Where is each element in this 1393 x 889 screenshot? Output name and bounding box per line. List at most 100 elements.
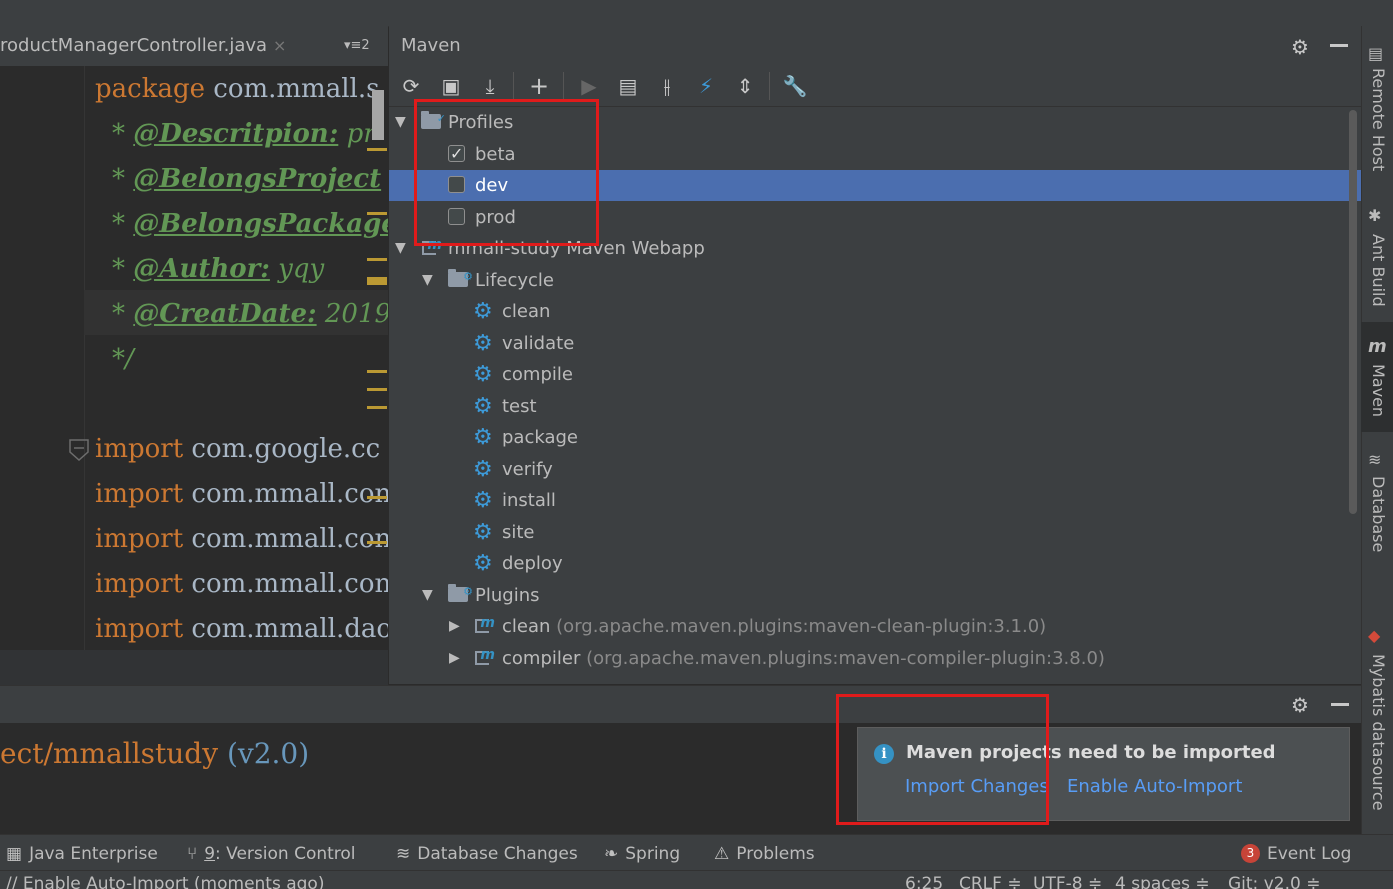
tool-tab-java-enterprise[interactable]: ▦ Java Enterprise (6, 835, 158, 871)
error-stripe-mark[interactable] (367, 406, 387, 409)
stripe-tab-maven[interactable]: m Maven (1361, 336, 1393, 426)
plugin-row-clean[interactable]: ▶ m clean (org.apache.maven.plugins:mave… (389, 611, 1361, 642)
editor-tab[interactable]: roductManagerController.java × (0, 26, 286, 66)
tool-tab-shortcut: 9 (204, 844, 216, 864)
plugins-label: Plugins (475, 585, 540, 606)
expanded-arrow-icon[interactable]: ▼ (422, 580, 433, 611)
plugin-name: compiler (502, 648, 581, 669)
java-enterprise-icon: ▦ (6, 844, 23, 864)
stripe-tab-remote-host[interactable]: ▤ Remote Host (1361, 44, 1393, 174)
stripe-tab-mybatis[interactable]: ◆ Mybatis datasource (1361, 626, 1393, 826)
minimize-icon[interactable] (1330, 44, 1348, 47)
plugin-icon: m (475, 615, 495, 635)
run-icon[interactable]: ▶ (575, 72, 603, 100)
toggle-offline-icon[interactable]: ⫲ (653, 72, 681, 100)
code-editor[interactable]: package com.mmall.s * @Descritpion: pr *… (0, 66, 388, 650)
lifecycle-goal-install[interactable]: ⚙ install (389, 485, 1361, 516)
lifecycle-goal-site[interactable]: ⚙ site (389, 517, 1361, 548)
console-line: ect/mmallstudy (v2.0) (0, 737, 310, 770)
caret-position[interactable]: 6:25 (905, 871, 943, 889)
error-stripe-mark[interactable] (367, 370, 387, 373)
encoding-selector[interactable]: UTF-8 ≑ (1033, 871, 1102, 889)
maven-icon: m (1368, 336, 1387, 357)
import-highlight-box (836, 694, 1049, 825)
lifecycle-goal-verify[interactable]: ⚙ verify (389, 454, 1361, 485)
toolbar-separator (563, 72, 564, 100)
tool-tab-label: Event Log (1267, 844, 1352, 864)
reimport-icon[interactable]: ▣ (437, 72, 465, 100)
stripe-tab-ant-build[interactable]: ✱ Ant Build (1361, 206, 1393, 307)
minimize-icon[interactable] (1331, 703, 1349, 706)
lifecycle-label: Lifecycle (475, 270, 554, 291)
gear-icon: ⚙ (473, 299, 493, 324)
lifecycle-goal-clean[interactable]: ⚙ clean (389, 296, 1361, 327)
lifecycle-goal-test[interactable]: ⚙ test (389, 391, 1361, 422)
fold-icon[interactable] (68, 438, 90, 462)
tool-tab-spring[interactable]: ❧ Spring (604, 835, 680, 871)
error-stripe-mark[interactable] (367, 541, 387, 544)
tool-tab-database-changes[interactable]: ≋ Database Changes (396, 835, 578, 871)
error-stripe-mark[interactable] (367, 258, 387, 261)
server-icon: ▤ (1368, 44, 1384, 63)
tool-tab-version-control[interactable]: ⑂ 9: Version Control (187, 835, 356, 871)
collapsed-arrow-icon[interactable]: ▶ (449, 643, 460, 674)
gear-icon[interactable]: ⚙ (1291, 693, 1309, 717)
code-line-import-4: import com.mmall.con (95, 569, 388, 599)
code-line-belongs-package: * @BelongsPackage (112, 209, 388, 239)
enable-auto-import-link[interactable]: Enable Auto-Import (1067, 776, 1242, 797)
tree-node-lifecycle[interactable]: ▼ ⚙ Lifecycle (389, 265, 1361, 296)
indent-selector[interactable]: 4 spaces ≑ (1115, 871, 1210, 889)
branch-icon: ⑂ (187, 844, 198, 864)
editor-tab-title: roductManagerController.java (0, 35, 268, 56)
tree-scrollbar[interactable] (1349, 110, 1357, 514)
tree-node-plugins[interactable]: ▼ ⚙ Plugins (389, 580, 1361, 611)
collapsed-arrow-icon[interactable]: ▶ (449, 611, 460, 642)
gear-icon: ⚙ (473, 520, 493, 545)
add-icon[interactable]: + (525, 72, 553, 100)
goal-label: clean (502, 301, 551, 322)
code-line-author: * @Author: yqy (112, 254, 325, 284)
tool-tab-event-log[interactable]: 3 Event Log (1241, 835, 1351, 871)
status-message[interactable]: // Enable Auto-Import (moments ago) (6, 871, 324, 889)
stripe-label: Mybatis datasource (1369, 654, 1388, 811)
tool-tab-label: : Version Control (215, 844, 356, 864)
line-separator-selector[interactable]: CRLF ≑ (959, 871, 1022, 889)
goal-label: test (502, 396, 537, 417)
editor-scrollbar[interactable] (372, 90, 384, 140)
lifecycle-goal-package[interactable]: ⚙ package (389, 422, 1361, 453)
error-stripe-mark[interactable] (367, 388, 387, 391)
git-branch-selector[interactable]: Git: v2.0 ≑ (1228, 871, 1320, 889)
collapse-all-icon[interactable]: ⇕ (731, 72, 759, 100)
lifecycle-goal-deploy[interactable]: ⚙ deploy (389, 548, 1361, 579)
error-stripe-mark[interactable] (367, 148, 387, 151)
goal-label: install (502, 490, 556, 511)
expanded-arrow-icon[interactable]: ▼ (395, 233, 406, 264)
skip-tests-icon[interactable]: ⚡ (692, 72, 720, 100)
download-icon[interactable]: ⤓ (476, 72, 504, 100)
title-strip (0, 0, 1393, 27)
expanded-arrow-icon[interactable]: ▼ (422, 265, 433, 296)
error-stripe-mark[interactable] (367, 277, 387, 285)
lifecycle-goal-validate[interactable]: ⚙ validate (389, 328, 1361, 359)
code-line-import-3: import com.mmall.con (95, 524, 388, 554)
error-stripe-mark[interactable] (367, 496, 387, 499)
tab-list-menu-button[interactable]: ▾≡2 (344, 26, 370, 66)
wrench-icon[interactable]: 🔧 (781, 72, 809, 100)
plugin-row-compiler[interactable]: ▶ m compiler (org.apache.maven.plugins:m… (389, 643, 1361, 674)
tool-tab-problems[interactable]: ⚠ Problems (714, 835, 815, 871)
editor-bottom-area (0, 650, 388, 685)
lifecycle-folder-icon: ⚙ (448, 269, 473, 287)
refresh-icon[interactable]: ⟳ (397, 72, 425, 100)
gear-icon[interactable]: ⚙ (1291, 35, 1309, 59)
stripe-label: Maven (1369, 364, 1388, 418)
tool-window-bar: ▦ Java Enterprise ⑂ 9: Version Control ≋ Da… (0, 834, 1393, 871)
gear-icon: ⚙ (473, 362, 493, 387)
stripe-label: Remote Host (1369, 68, 1388, 172)
execute-goal-icon[interactable]: ▤ (614, 72, 642, 100)
error-stripe-mark[interactable] (367, 212, 387, 215)
code-line-import-1: import com.google.cc (95, 434, 381, 464)
lifecycle-goal-compile[interactable]: ⚙ compile (389, 359, 1361, 390)
expanded-arrow-icon[interactable]: ▼ (395, 107, 406, 138)
stripe-tab-database[interactable]: ≋ Database (1361, 450, 1393, 560)
close-icon[interactable]: × (273, 36, 286, 55)
